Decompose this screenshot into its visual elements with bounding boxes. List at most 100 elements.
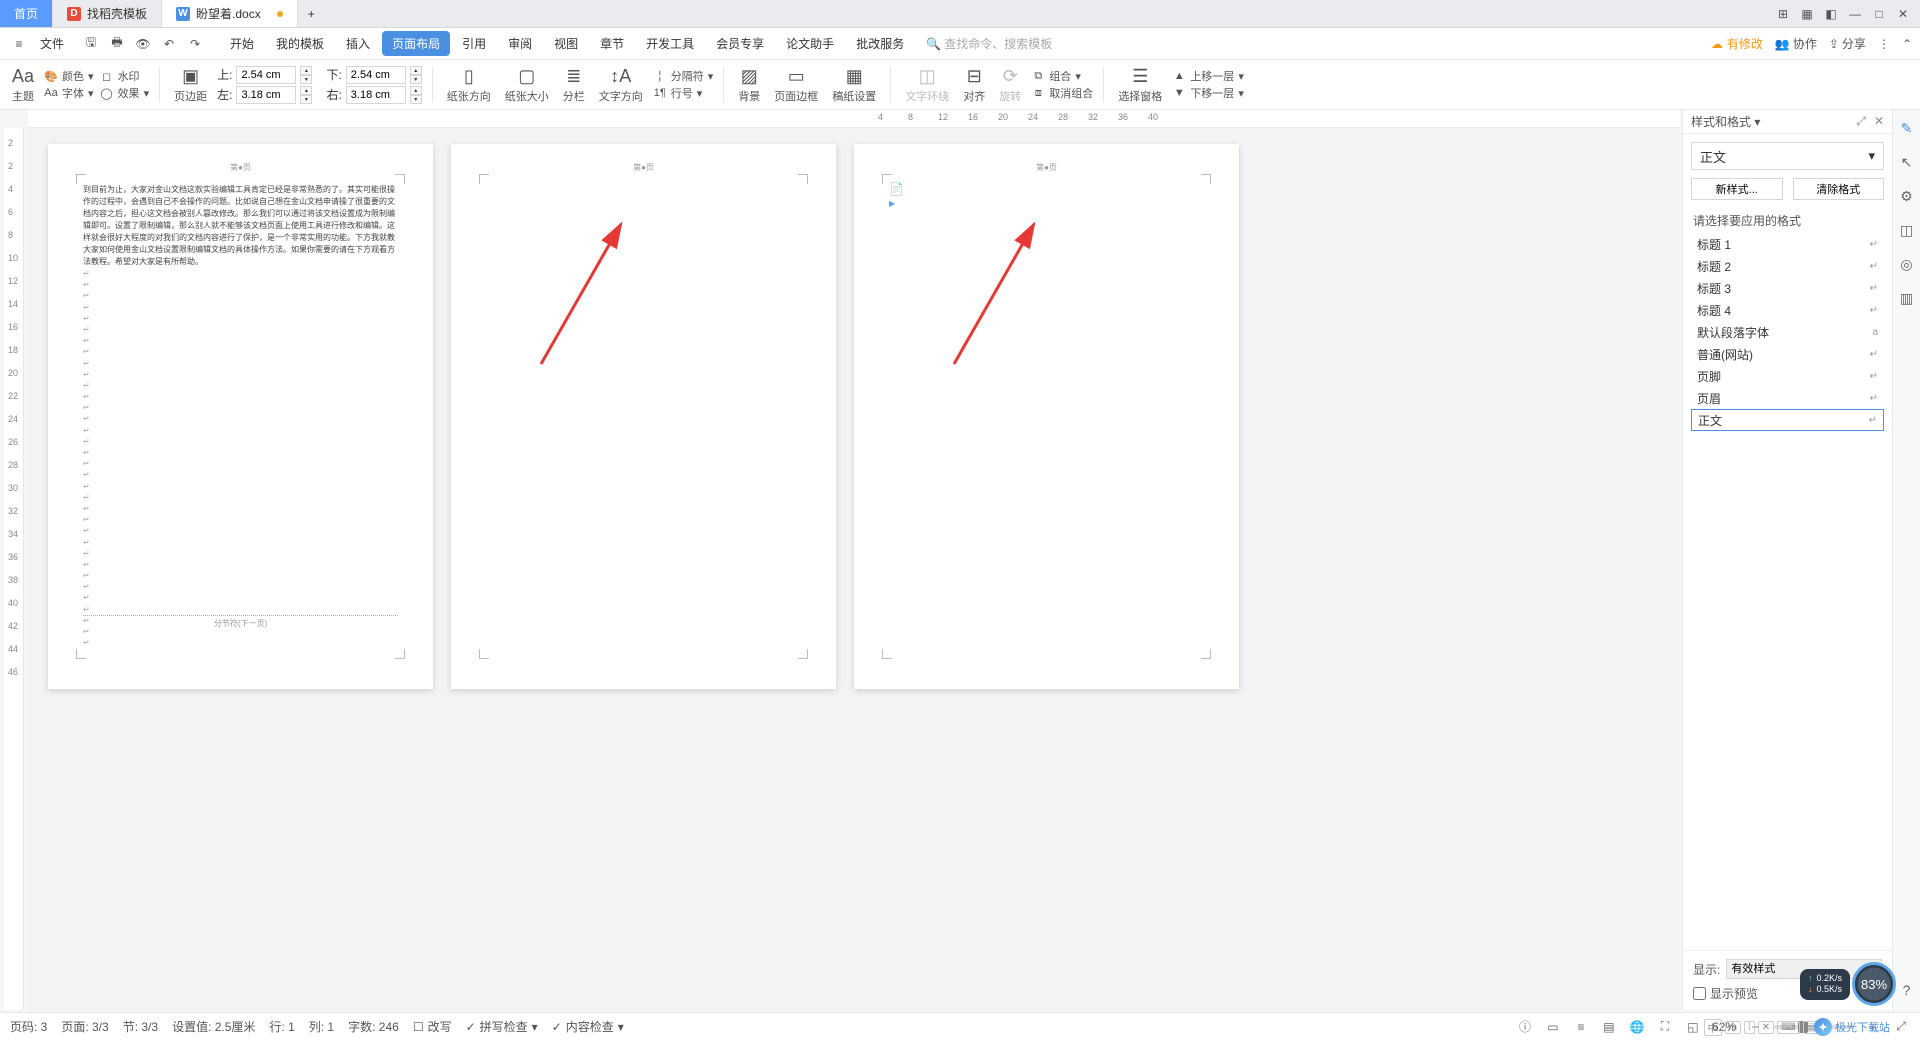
tab-document[interactable]: W 盼望着.docx xyxy=(162,0,298,27)
status-fit-icon[interactable]: ◱ xyxy=(1684,1018,1702,1036)
maximize-icon[interactable]: □ xyxy=(1868,3,1890,25)
status-view-web-icon[interactable]: 🌐 xyxy=(1628,1018,1646,1036)
menu-review[interactable]: 审阅 xyxy=(498,31,542,56)
group-button[interactable]: ⧉组合 ▾ xyxy=(1031,68,1093,84)
menu-view[interactable]: 视图 xyxy=(544,31,588,56)
ungroup-button[interactable]: ⧈取消组合 xyxy=(1031,85,1093,101)
rail-select-icon[interactable]: ↖ xyxy=(1897,152,1917,172)
status-page[interactable]: 页面: 3/3 xyxy=(61,1018,108,1035)
spin-down-icon[interactable]: ▾ xyxy=(410,95,422,104)
menu-mytpl[interactable]: 我的模板 xyxy=(266,31,334,56)
page-3[interactable]: 第●页 📄▸ xyxy=(854,144,1239,689)
status-info-icon[interactable]: ⓘ xyxy=(1516,1018,1534,1036)
document-canvas[interactable]: 第●页 到目前为止，大家对金山文档这款实验编辑工具肯定已经是非常熟悉的了。其实可… xyxy=(28,128,1680,1010)
style-item[interactable]: 普通(网站)↵ xyxy=(1691,343,1884,365)
textwrap-button[interactable]: ◫文字环绕 xyxy=(901,62,953,108)
spin-down-icon[interactable]: ▾ xyxy=(300,95,312,104)
menu-dev[interactable]: 开发工具 xyxy=(636,31,704,56)
new-style-button[interactable]: 新样式... xyxy=(1691,178,1783,200)
font-button[interactable]: Aa字体 ▾ xyxy=(44,85,94,101)
selection-pane-button[interactable]: ☰选择窗格 xyxy=(1114,62,1166,108)
horizontal-ruler[interactable]: 481216202428323640 xyxy=(28,110,1680,128)
margin-top-input[interactable] xyxy=(236,66,296,84)
rail-settings-icon[interactable]: ⚙ xyxy=(1897,186,1917,206)
paper-setup-button[interactable]: ▦稿纸设置 xyxy=(828,62,880,108)
status-words[interactable]: 字数: 246 xyxy=(348,1018,399,1035)
spin-down-icon[interactable]: ▾ xyxy=(300,75,312,84)
style-item[interactable]: 标题 2↵ xyxy=(1691,255,1884,277)
watermark-button[interactable]: ◻水印 xyxy=(100,68,150,84)
margin-left-input[interactable] xyxy=(236,86,296,104)
status-col[interactable]: 列: 1 xyxy=(309,1018,334,1035)
menu-correct[interactable]: 批改服务 xyxy=(846,31,914,56)
rail-styles-icon[interactable]: ✎ xyxy=(1897,118,1917,138)
effect-button[interactable]: ◯效果 ▾ xyxy=(100,85,150,101)
lineno-button[interactable]: 1¶行号 ▾ xyxy=(653,85,714,101)
pagesize-button[interactable]: ▢纸张大小 xyxy=(501,62,553,108)
rail-target-icon[interactable]: ◎ xyxy=(1897,254,1917,274)
skin-icon[interactable]: ◧ xyxy=(1820,3,1842,25)
vertical-ruler[interactable]: 2246810121416182022242628303234363840424… xyxy=(4,128,24,1010)
redo-icon[interactable]: ↷ xyxy=(184,33,206,55)
style-item[interactable]: 页眉↵ xyxy=(1691,387,1884,409)
status-contentcheck[interactable]: ✓ 内容检查 ▾ xyxy=(552,1018,624,1035)
minimize-icon[interactable]: — xyxy=(1844,3,1866,25)
page-2[interactable]: 第●页 xyxy=(451,144,836,689)
collab-button[interactable]: 👥 协作 xyxy=(1775,35,1817,52)
clear-format-button[interactable]: 清除格式 xyxy=(1793,178,1885,200)
margin-right-input[interactable] xyxy=(346,86,406,104)
margins-button[interactable]: ▣页边距 xyxy=(170,62,211,108)
menu-start[interactable]: 开始 xyxy=(220,31,264,56)
menu-file[interactable]: 文件 xyxy=(34,35,70,52)
page-1[interactable]: 第●页 到目前为止，大家对金山文档这款实验编辑工具肯定已经是非常熟悉的了。其实可… xyxy=(48,144,433,689)
theme-button[interactable]: Aa主题 xyxy=(8,62,38,108)
status-expand-icon[interactable]: ⤢ xyxy=(1892,1018,1910,1036)
align-button[interactable]: ⊟对齐 xyxy=(959,62,989,108)
pageborder-button[interactable]: ▭页面边框 xyxy=(770,62,822,108)
rail-help-icon[interactable]: ? xyxy=(1897,980,1917,1000)
menu-thesis[interactable]: 论文助手 xyxy=(776,31,844,56)
spin-up-icon[interactable]: ▴ xyxy=(300,66,312,75)
menu-section[interactable]: 章节 xyxy=(590,31,634,56)
print-preview-icon[interactable]: 👁 xyxy=(132,33,154,55)
status-line[interactable]: 行: 1 xyxy=(269,1018,294,1035)
menu-reference[interactable]: 引用 xyxy=(452,31,496,56)
command-search[interactable]: 🔍 查找命令、搜索模板 xyxy=(926,35,1052,52)
breaks-button[interactable]: ¦分隔符 ▾ xyxy=(653,68,714,84)
hamburger-icon[interactable]: ≡ xyxy=(8,33,30,55)
orientation-button[interactable]: ▯纸张方向 xyxy=(443,62,495,108)
layout-icon[interactable]: ⊞ xyxy=(1772,3,1794,25)
share-button[interactable]: ⇪ 分享 xyxy=(1829,35,1866,52)
spin-up-icon[interactable]: ▴ xyxy=(300,86,312,95)
more-icon[interactable]: ⋮ xyxy=(1878,37,1890,51)
spin-down-icon[interactable]: ▾ xyxy=(410,75,422,84)
status-pageno[interactable]: 页码: 3 xyxy=(10,1018,47,1035)
style-item[interactable]: 标题 1↵ xyxy=(1691,233,1884,255)
rotate-button[interactable]: ⟳旋转 xyxy=(995,62,1025,108)
bring-forward-button[interactable]: ▲上移一层 ▾ xyxy=(1172,68,1244,84)
style-item[interactable]: 标题 3↵ xyxy=(1691,277,1884,299)
unsaved-changes[interactable]: ☁ 有修改 xyxy=(1711,35,1763,52)
panel-close-icon[interactable]: ✕ xyxy=(1874,114,1884,129)
close-icon[interactable]: ✕ xyxy=(1892,3,1914,25)
send-backward-button[interactable]: ▼下移一层 ▾ xyxy=(1172,85,1244,101)
menu-member[interactable]: 会员专享 xyxy=(706,31,774,56)
margin-bottom-input[interactable] xyxy=(346,66,406,84)
columns-button[interactable]: ≣分栏 xyxy=(559,62,589,108)
menu-insert[interactable]: 插入 xyxy=(336,31,380,56)
status-setval[interactable]: 设置值: 2.5厘米 xyxy=(172,1018,255,1035)
current-style-select[interactable]: 正文▾ xyxy=(1691,142,1884,170)
style-item[interactable]: 默认段落字体a xyxy=(1691,321,1884,343)
undo-icon[interactable]: ↶ xyxy=(158,33,180,55)
style-item[interactable]: 标题 4↵ xyxy=(1691,299,1884,321)
status-overwrite[interactable]: ☐ 改写 xyxy=(413,1018,452,1035)
menu-pagelayout[interactable]: 页面布局 xyxy=(382,31,450,56)
print-quick-icon[interactable]: 🖶 xyxy=(106,33,128,55)
apps-icon[interactable]: ▦ xyxy=(1796,3,1818,25)
status-fullscreen-icon[interactable]: ⛶ xyxy=(1656,1018,1674,1036)
body-text[interactable]: 到目前为止，大家对金山文档这款实验编辑工具肯定已经是非常熟悉的了。其实可能很操作… xyxy=(83,184,398,268)
status-view-read-icon[interactable]: ▤ xyxy=(1600,1018,1618,1036)
tab-home[interactable]: 首页 xyxy=(0,0,53,27)
save-icon[interactable]: 🖫 xyxy=(80,33,102,55)
rail-clipboard-icon[interactable]: ▥ xyxy=(1897,288,1917,308)
